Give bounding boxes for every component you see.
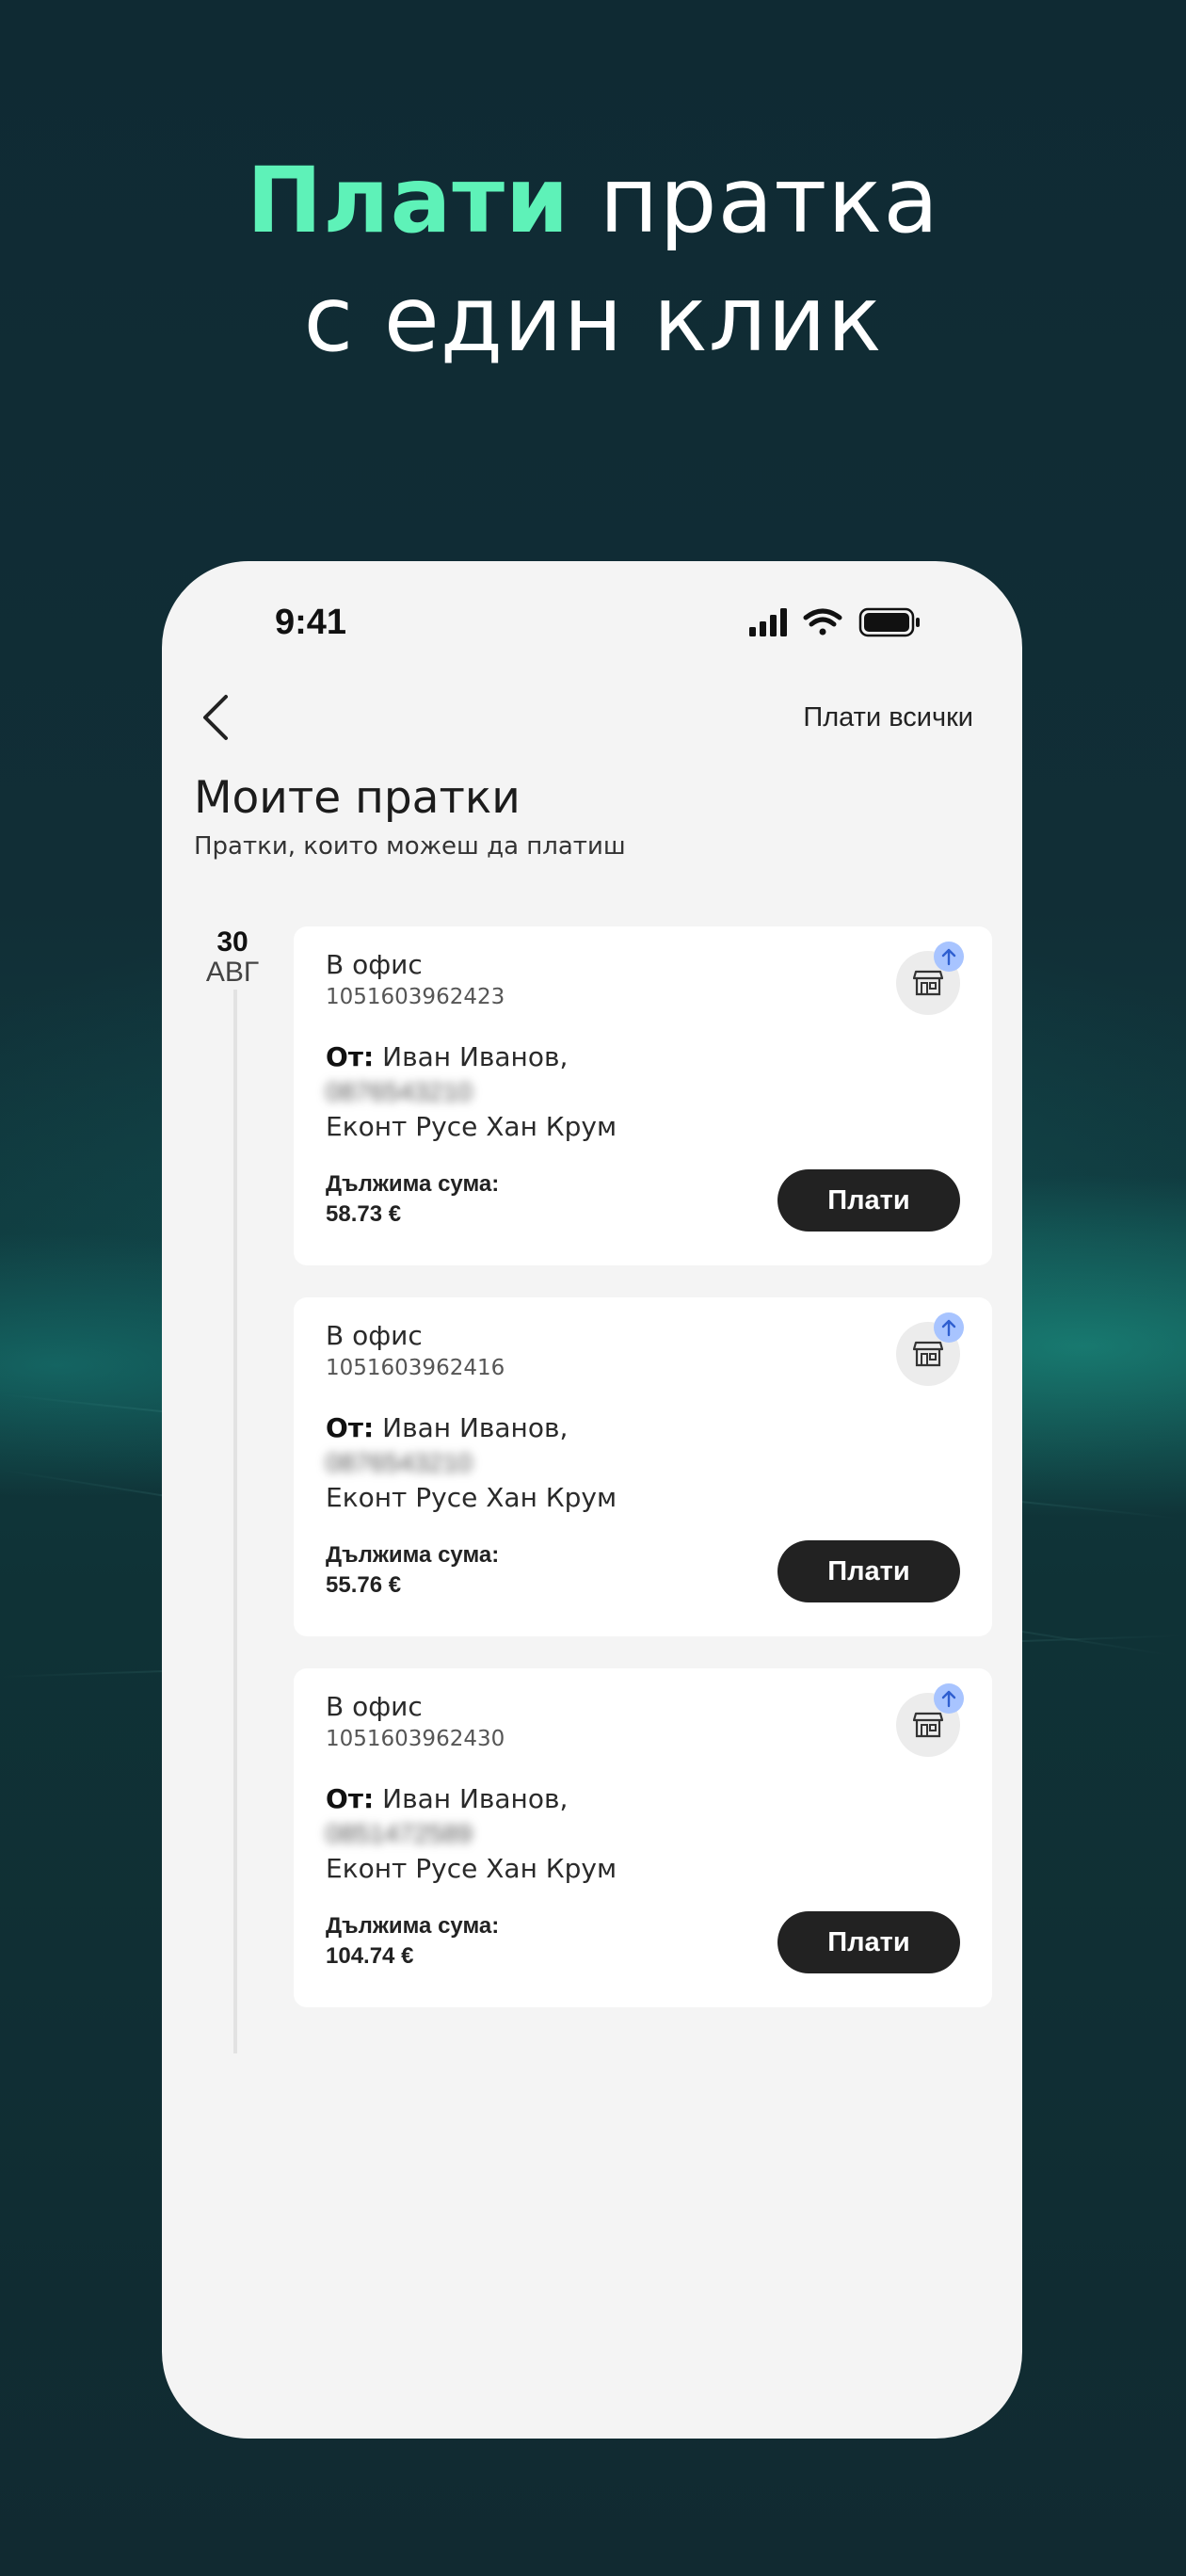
arrow-up-icon: [934, 1683, 964, 1714]
sender-line: От: Иван Иванов,: [326, 1412, 568, 1443]
shipment-card[interactable]: В офис 1051603962430 От: Иван Иванов, 08…: [294, 1668, 992, 2007]
headline-text: пратка: [569, 148, 940, 253]
sender-office: Еконт Русе Хан Крум: [326, 1482, 617, 1513]
sender-name: Иван Иванов,: [382, 1412, 569, 1443]
from-label: От:: [326, 1783, 375, 1814]
shipment-number: 1051603962423: [326, 985, 505, 1009]
shipment-card[interactable]: В офис 1051603962416 От: Иван Иванов, 08…: [294, 1297, 992, 1636]
page-subtitle: Пратки, които можеш да платиш: [194, 832, 626, 861]
sender-phone: 0851472589: [326, 1819, 473, 1848]
shipment-number: 1051603962416: [326, 1356, 505, 1380]
headline-accent: Плати: [246, 148, 570, 253]
shipment-number: 1051603962430: [326, 1727, 505, 1751]
arrow-up-icon: [934, 942, 964, 972]
pay-button[interactable]: Плати: [777, 1169, 960, 1232]
date-day: 30: [216, 926, 248, 958]
amount-due-label: Дължима сума:: [326, 1542, 500, 1568]
from-label: От:: [326, 1041, 375, 1072]
sender-office: Еконт Русе Хан Крум: [326, 1853, 617, 1884]
status-icons: [749, 606, 956, 640]
amount-due-label: Дължима сума:: [326, 1171, 500, 1197]
delivery-type: В офис: [326, 1691, 423, 1722]
sender-office: Еконт Русе Хан Крум: [326, 1111, 617, 1142]
sender-line: От: Иван Иванов,: [326, 1783, 568, 1814]
amount-due-label: Дължима сума:: [326, 1913, 500, 1939]
page-title: Моите пратки: [194, 772, 521, 824]
date-month: АВГ: [205, 957, 260, 988]
timeline-line: [233, 990, 237, 2053]
cellular-signal-icon: [749, 608, 787, 636]
promo-headline: Плати пратка с един клик: [0, 141, 1186, 378]
phone-screen: 9:41 Плати всички Моите пратки Пратки, к…: [162, 561, 1022, 2439]
sender-name: Иван Иванов,: [382, 1041, 569, 1072]
sender-phone: 0876543210: [326, 1448, 473, 1477]
pay-button[interactable]: Плати: [777, 1911, 960, 1973]
pay-all-button[interactable]: Плати всички: [803, 702, 973, 733]
delivery-type: В офис: [326, 1320, 423, 1351]
sender-line: От: Иван Иванов,: [326, 1041, 568, 1072]
sender-name: Иван Иванов,: [382, 1783, 569, 1814]
delivery-type: В офис: [326, 949, 423, 980]
amount-due-value: 58.73 €: [326, 1201, 402, 1227]
pay-button[interactable]: Плати: [777, 1540, 960, 1602]
battery-icon: [858, 607, 920, 637]
shipment-card[interactable]: В офис 1051603962423 От: Иван Иванов, 08…: [294, 926, 992, 1265]
wifi-icon: [803, 608, 842, 636]
sender-phone: 0876543210: [326, 1077, 473, 1106]
amount-due-value: 104.74 €: [326, 1943, 414, 1969]
arrow-up-icon: [934, 1312, 964, 1343]
chevron-left-icon[interactable]: [194, 691, 239, 744]
headline-line2: с един клик: [303, 266, 883, 372]
amount-due-value: 55.76 €: [326, 1572, 402, 1598]
status-time: 9:41: [275, 603, 347, 642]
from-label: От:: [326, 1412, 375, 1443]
